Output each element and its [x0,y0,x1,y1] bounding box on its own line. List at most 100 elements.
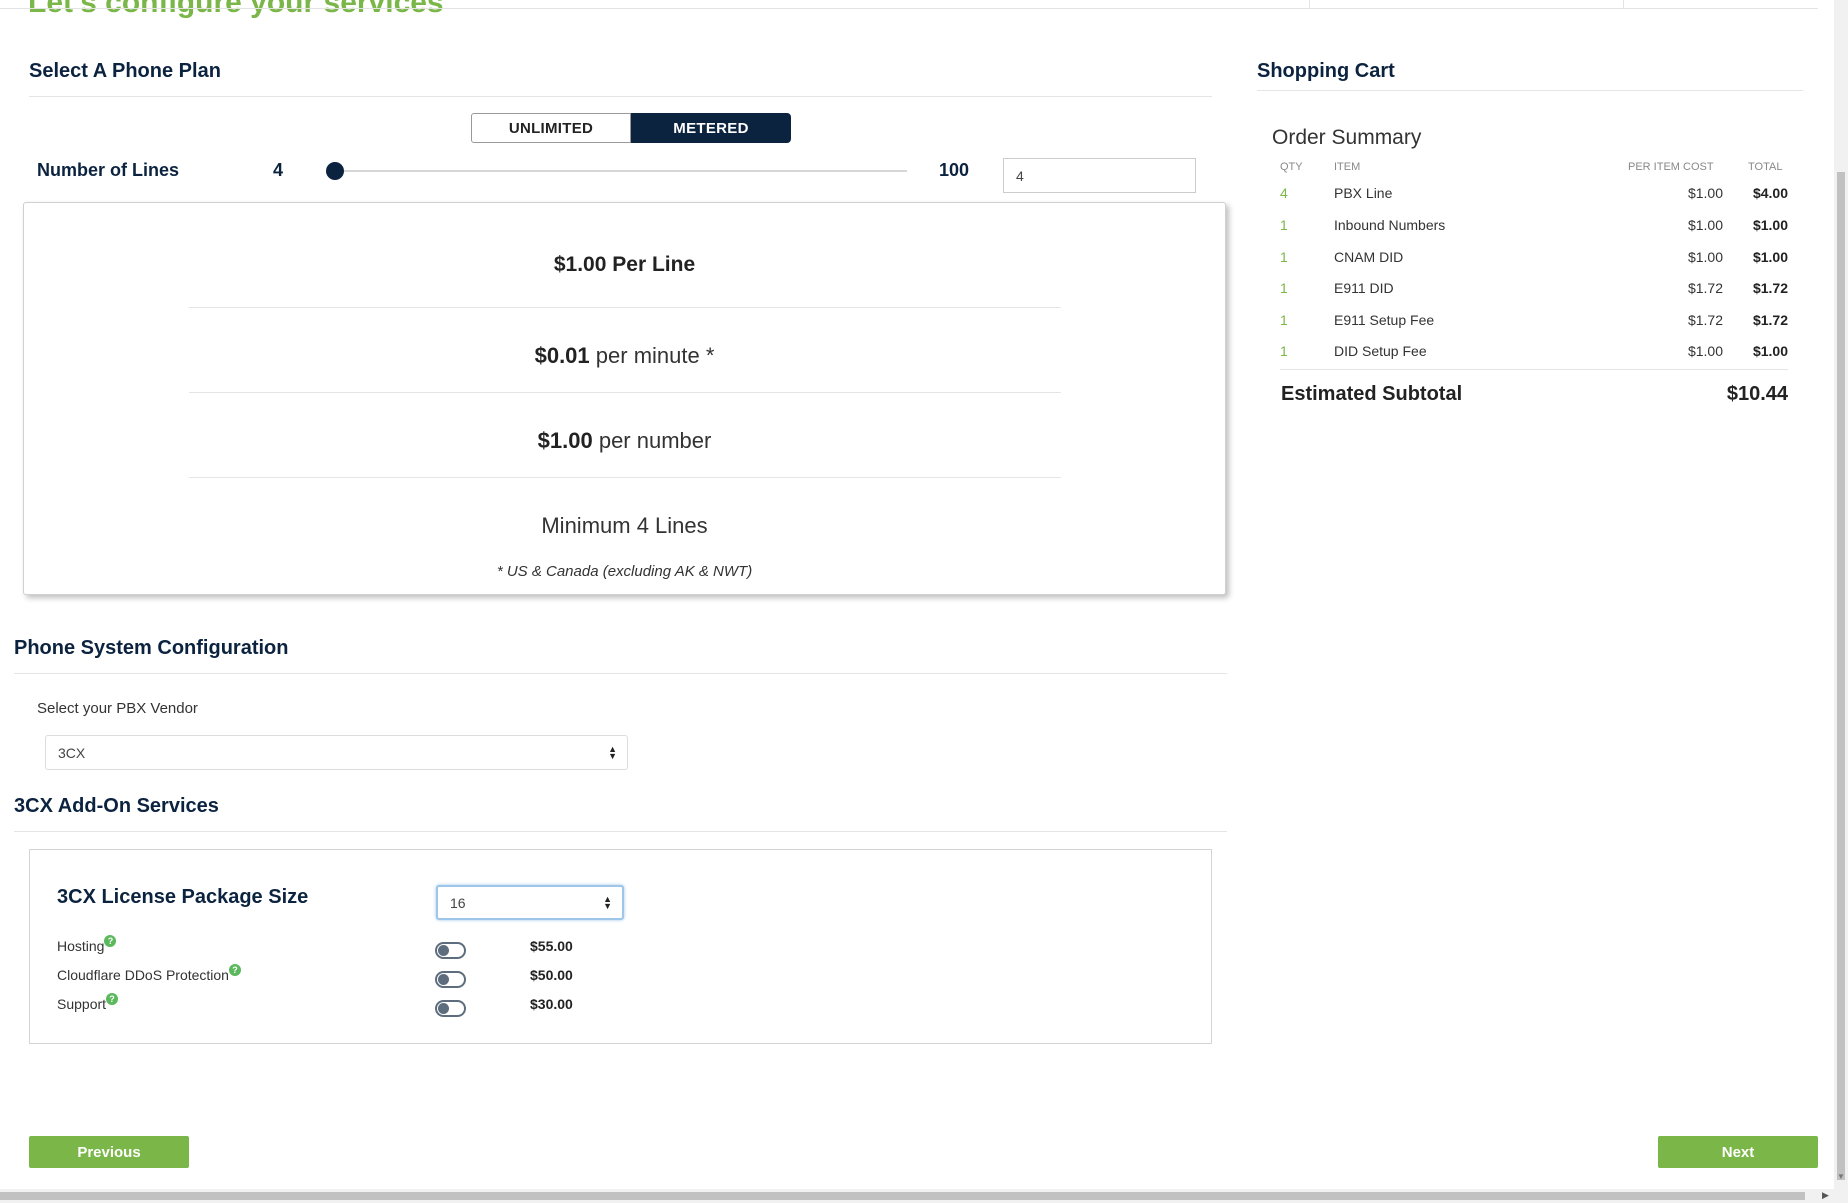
cart-divider [1257,90,1803,91]
cart-item: Inbound Numbers [1334,217,1446,233]
col-per-item-header: PER ITEM COST [1628,161,1714,173]
subtotal-label: Estimated Subtotal [1281,383,1463,405]
lines-slider-track[interactable] [335,170,907,172]
lines-max-value: 100 [939,160,970,180]
cart-row: 1 CNAM DID $1.00 $1.00 [1280,249,1788,269]
ddos-toggle[interactable] [435,971,466,988]
cart-total: $1.72 [1752,312,1788,328]
plan-details-card: $1.00 Per Line $0.01 per minute * $1.00 … [23,202,1226,595]
plan-divider [189,392,1061,393]
cart-per-item: $1.00 [1687,217,1723,233]
support-label-text: Support [57,996,107,1012]
plan-type-toggle: UNLIMITED METERED [471,113,791,143]
order-summary-title: Order Summary [1272,126,1422,149]
ddos-label-text: Cloudflare DDoS Protection [57,967,229,983]
cart-subtotal-divider [1280,369,1788,370]
header-tab-divider [1309,0,1310,8]
hosting-label-text: Hosting [57,938,105,954]
select-arrows-icon: ▲ ▼ [603,893,612,911]
per-minute-price: $0.01 per minute * [534,343,715,368]
phone-system-divider [14,673,1227,674]
cart-per-item: $1.00 [1687,343,1723,359]
plan-unlimited-button[interactable]: UNLIMITED [471,113,631,143]
shopping-cart-title: Shopping Cart [1257,60,1395,82]
horizontal-scroll-thumb[interactable] [0,1192,1805,1200]
cart-item: E911 Setup Fee [1334,312,1435,328]
cart-per-item: $1.72 [1687,312,1723,328]
cart-row: 1 Inbound Numbers $1.00 $1.00 [1280,217,1788,237]
vertical-scroll-thumb[interactable] [1837,172,1845,1180]
addons-title: 3CX Add-On Services [14,795,219,817]
cart-row: 4 PBX Line $1.00 $4.00 [1280,185,1788,205]
cart-row: 1 DID Setup Fee $1.00 $1.00 [1280,343,1788,363]
lines-slider-handle[interactable] [326,162,344,180]
ddos-price: $50.00 [530,967,573,983]
support-label: Support? [57,993,119,1012]
per-line-price: $1.00 Per Line [553,253,696,276]
lines-label: Number of Lines [37,160,180,180]
cart-qty: 1 [1280,280,1288,296]
plan-divider [189,477,1061,478]
select-arrows-icon: ▲ ▼ [608,743,617,761]
header-tab-divider [1623,0,1624,8]
help-icon[interactable]: ? [106,993,119,1005]
ddos-label: Cloudflare DDoS Protection? [57,964,241,983]
minimum-lines: Minimum 4 Lines [541,513,708,538]
cart-row: 1 E911 Setup Fee $1.72 $1.72 [1280,312,1788,332]
cart-per-item: $1.00 [1687,185,1723,201]
cart-item: CNAM DID [1334,249,1404,265]
license-size-select[interactable]: 16 ▲ ▼ [436,885,624,920]
page-heading: Let's configure your services [28,0,444,19]
plan-footnote: * US & Canada (excluding AK & NWT) [496,563,753,580]
addons-card [29,849,1212,1044]
hosting-price: $55.00 [530,938,573,954]
cart-qty: 4 [1280,185,1288,201]
cart-qty: 1 [1280,249,1288,265]
scroll-down-arrow-icon[interactable]: ▼ [1837,1172,1845,1181]
phone-plan-divider [29,96,1212,97]
help-icon[interactable]: ? [104,935,117,947]
support-price: $30.00 [530,996,573,1012]
cart-per-item: $1.00 [1687,249,1723,265]
help-icon[interactable]: ? [228,964,241,976]
cart-item: E911 DID [1334,280,1394,296]
plan-divider [189,307,1061,308]
cart-qty: 1 [1280,343,1288,359]
lines-count-input[interactable] [1003,158,1196,193]
lines-min-value: 4 [273,160,284,180]
cart-total: $1.00 [1752,217,1788,233]
cart-total: $1.00 [1752,249,1788,265]
per-number-price: $1.00 per number [537,428,712,453]
cart-total: $1.72 [1752,280,1788,296]
toggle-knob [438,1003,449,1014]
cart-item: DID Setup Fee [1334,343,1427,359]
pbx-vendor-value: 3CX [58,744,86,761]
scroll-right-arrow-icon[interactable]: ▶ [1822,1190,1829,1201]
header-divider [0,8,1818,9]
license-size-value: 16 [450,894,466,911]
hosting-toggle[interactable] [435,942,466,959]
subtotal-value: $10.44 [1726,383,1788,405]
previous-button[interactable]: Previous [29,1136,189,1168]
next-button[interactable]: Next [1658,1136,1818,1168]
cart-item: PBX Line [1334,185,1393,201]
hosting-label: Hosting? [57,935,117,954]
cart-qty: 1 [1280,217,1288,233]
pbx-vendor-label: Select your PBX Vendor [37,700,198,717]
toggle-knob [438,945,449,956]
cart-total: $1.00 [1752,343,1788,359]
cart-qty: 1 [1280,312,1288,328]
pbx-vendor-select[interactable]: 3CX ▲ ▼ [45,735,628,770]
license-size-label: 3CX License Package Size [57,886,309,908]
cart-row: 1 E911 DID $1.72 $1.72 [1280,280,1788,300]
col-item-header: ITEM [1334,161,1361,173]
col-qty-header: QTY [1280,161,1303,173]
phone-plan-title: Select A Phone Plan [29,60,221,82]
support-toggle[interactable] [435,1000,466,1017]
cart-total: $4.00 [1752,185,1788,201]
addons-divider [14,831,1227,832]
toggle-knob [438,974,449,985]
plan-metered-button[interactable]: METERED [631,113,791,143]
cart-per-item: $1.72 [1687,280,1723,296]
col-total-header: TOTAL [1748,161,1783,173]
